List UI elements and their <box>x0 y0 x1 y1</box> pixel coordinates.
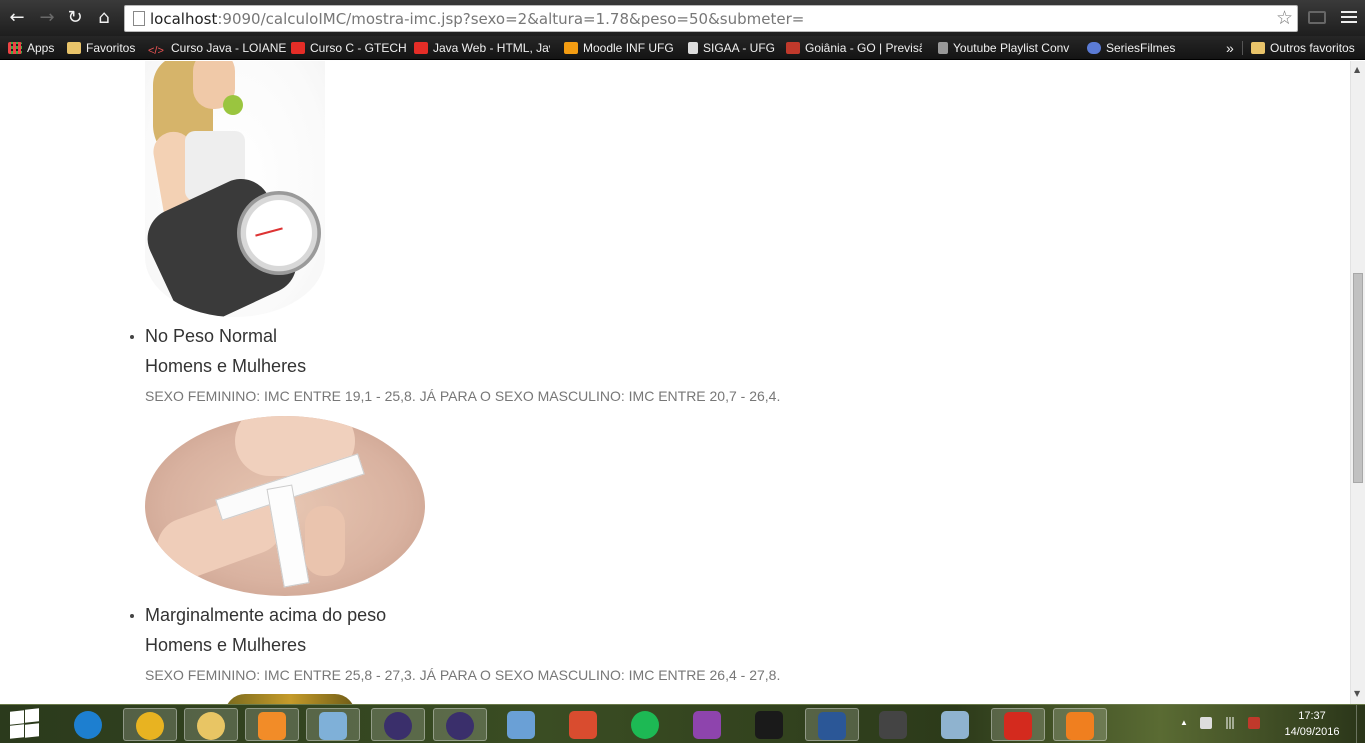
category-subtitle: Homens e Mulheres <box>145 356 307 376</box>
bookmark-curso-c[interactable]: Curso C - GTECH <box>291 39 407 57</box>
bookmarks-overflow-button[interactable]: » <box>1226 39 1234 57</box>
taskbar-app-virtualbox[interactable] <box>495 708 549 741</box>
apps-grid-icon <box>8 42 22 54</box>
folder-icon <box>1251 42 1265 54</box>
android-studio-icon <box>693 711 721 739</box>
series-icon <box>1087 42 1101 54</box>
vertical-scrollbar[interactable]: ▲ ▼ <box>1350 61 1365 704</box>
start-button[interactable] <box>8 708 40 739</box>
calculator-icon <box>941 711 969 739</box>
category-list: Marginalmente acima do peso Homens e Mul… <box>129 604 781 684</box>
taskbar-app-media-player[interactable] <box>245 708 299 741</box>
intellij-icon <box>755 711 783 739</box>
address-bar[interactable]: localhost:9090/calculoIMC/mostra-imc.jsp… <box>124 5 1298 32</box>
scroll-up-arrow-icon[interactable]: ▲ <box>1354 65 1360 74</box>
page-icon <box>688 42 698 54</box>
taskbar-app-acrobat[interactable] <box>991 708 1045 741</box>
media-player-icon <box>258 712 286 740</box>
notepad-icon <box>319 712 347 740</box>
list-item: No Peso Normal Homens e Mulheres SEXO FE… <box>129 325 781 405</box>
taskbar-app-intellij[interactable] <box>743 708 797 741</box>
category-description: SEXO FEMININO: IMC ENTRE 25,8 - 27,3. JÁ… <box>145 667 781 683</box>
code-icon: </> <box>148 45 164 57</box>
taskbar-app-internet-explorer[interactable] <box>62 708 116 741</box>
taskbar-app-spotify[interactable] <box>619 708 673 741</box>
list-item: Marginalmente acima do peso Homens e Mul… <box>129 604 781 684</box>
bookmark-moodle[interactable]: Moodle INF UFG <box>564 39 674 57</box>
battery-icon[interactable] <box>1248 717 1260 729</box>
home-button[interactable]: ⌂ <box>93 7 115 29</box>
bookmark-favoritos[interactable]: Favoritos <box>67 39 135 57</box>
category-subtitle: Homens e Mulheres <box>145 635 307 655</box>
windows-taskbar <box>0 704 1365 743</box>
file-explorer-icon <box>197 712 225 740</box>
chrome-icon <box>136 712 164 740</box>
category-description: SEXO FEMININO: IMC ENTRE 19,1 - 25,8. JÁ… <box>145 388 781 404</box>
woman-scale-image <box>145 61 325 317</box>
bookmark-goiania[interactable]: Goiânia - GO | Previsã <box>786 39 922 57</box>
browser-toolbar: ← → ↻ ⌂ localhost:9090/calculoIMC/mostra… <box>0 0 1365 36</box>
system-clock[interactable]: 17:37 14/09/2016 <box>1272 708 1352 740</box>
windows-store-icon <box>569 711 597 739</box>
skinfold-caliper-image <box>145 416 425 596</box>
taskbar-app-eclipse[interactable] <box>433 708 487 741</box>
terminal-icon <box>879 711 907 739</box>
bookmark-apps[interactable]: Apps <box>8 39 54 57</box>
category-list: No Peso Normal Homens e Mulheres SEXO FE… <box>129 325 781 405</box>
internet-explorer-icon <box>74 711 102 739</box>
taskbar-app-notepad[interactable] <box>306 708 360 741</box>
clock-time: 17:37 <box>1298 710 1326 722</box>
cast-icon[interactable] <box>1308 11 1326 24</box>
youtube-icon <box>414 42 428 54</box>
back-button[interactable]: ← <box>6 7 28 29</box>
bookmark-curso-java[interactable]: </> Curso Java - LOIANE <box>148 39 286 57</box>
moodle-icon <box>564 42 578 54</box>
scroll-down-arrow-icon[interactable]: ▼ <box>1354 689 1360 698</box>
network-icon[interactable] <box>1224 717 1236 729</box>
scroll-thumb[interactable] <box>1353 273 1363 483</box>
taskbar-app-word[interactable] <box>805 708 859 741</box>
eclipse-icon <box>446 712 474 740</box>
forward-button[interactable]: → <box>36 7 58 29</box>
taskbar-app-chrome[interactable] <box>123 708 177 741</box>
tray-expand-icon[interactable]: ▲ <box>1180 718 1188 727</box>
url-text[interactable]: localhost:9090/calculoIMC/mostra-imc.jsp… <box>150 10 804 28</box>
show-desktop-button[interactable] <box>1356 705 1365 743</box>
foxit-pdf-icon <box>1066 712 1094 740</box>
bookmark-star-icon[interactable]: ☆ <box>1276 7 1293 29</box>
divider <box>1242 41 1243 55</box>
bookmark-outros-favoritos[interactable]: Outros favoritos <box>1251 39 1355 57</box>
clock-date: 14/09/2016 <box>1284 726 1340 738</box>
virtualbox-icon <box>507 711 535 739</box>
page-content: No Peso Normal Homens e Mulheres SEXO FE… <box>0 61 1350 704</box>
spotify-icon <box>631 711 659 739</box>
taskbar-app-calculator[interactable] <box>929 708 983 741</box>
bookmark-java-web[interactable]: Java Web - HTML, Jav <box>414 39 550 57</box>
category-title: No Peso Normal <box>145 326 278 346</box>
youtube-icon <box>291 42 305 54</box>
taskbar-app-android-studio[interactable] <box>681 708 735 741</box>
eclipse-icon <box>384 712 412 740</box>
taskbar-app-windows-store[interactable] <box>557 708 611 741</box>
page-icon <box>133 11 145 26</box>
bookmark-seriesfilmes[interactable]: SeriesFilmes <box>1087 39 1175 57</box>
volume-icon[interactable] <box>1200 717 1212 729</box>
word-icon <box>818 712 846 740</box>
reload-button[interactable]: ↻ <box>64 7 86 29</box>
taskbar-app-file-explorer[interactable] <box>184 708 238 741</box>
category-title: Marginalmente acima do peso <box>145 605 387 625</box>
taskbar-app-eclipse[interactable] <box>371 708 425 741</box>
taskbar-app-foxit-pdf[interactable] <box>1053 708 1107 741</box>
bookmark-youtube-playlist[interactable]: Youtube Playlist Conv <box>938 39 1073 57</box>
bookmark-sigaa[interactable]: SIGAA - UFG <box>688 39 775 57</box>
bookmarks-bar: Apps Favoritos </> Curso Java - LOIANE Cu… <box>0 36 1365 60</box>
menu-icon[interactable] <box>1341 11 1357 26</box>
taskbar-app-terminal[interactable] <box>867 708 921 741</box>
weather-icon <box>786 42 800 54</box>
folder-icon <box>67 42 81 54</box>
next-category-image <box>225 694 355 704</box>
acrobat-icon <box>1004 712 1032 740</box>
music-note-icon <box>938 42 948 54</box>
